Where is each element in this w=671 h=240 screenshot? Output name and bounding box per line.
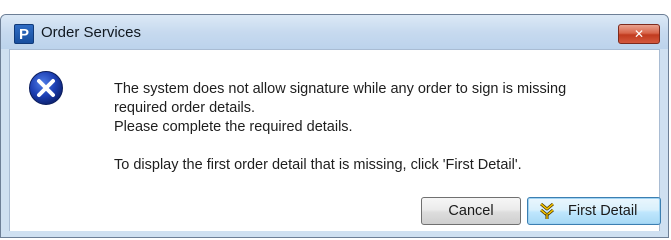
dialog-titlebar[interactable]: P Order Services ✕ bbox=[1, 15, 668, 49]
error-circle-x-icon bbox=[29, 71, 63, 105]
message-line-3: Please complete the required details. bbox=[114, 119, 353, 135]
error-message: The system does not allow signature whil… bbox=[114, 80, 644, 175]
message-line-1: The system does not allow signature whil… bbox=[114, 81, 567, 97]
double-chevron-down-arrow-icon bbox=[540, 202, 554, 219]
message-line-4: To display the first order detail that i… bbox=[114, 157, 522, 173]
app-p-icon: P bbox=[14, 24, 34, 44]
dialog-title: Order Services bbox=[41, 24, 142, 41]
cancel-button[interactable]: Cancel bbox=[421, 197, 521, 225]
dialog-button-bar: Cancel First Detail bbox=[1, 185, 668, 237]
close-icon: ✕ bbox=[633, 27, 645, 41]
first-detail-label: First Detail bbox=[568, 203, 638, 219]
order-services-dialog: P Order Services ✕ The system does not a… bbox=[0, 14, 669, 238]
screenshot-stage: P Order Services ✕ The system does not a… bbox=[0, 0, 671, 240]
close-button[interactable]: ✕ bbox=[618, 24, 660, 44]
message-line-2: required order details. bbox=[114, 100, 256, 116]
first-detail-button[interactable]: First Detail bbox=[527, 197, 661, 225]
